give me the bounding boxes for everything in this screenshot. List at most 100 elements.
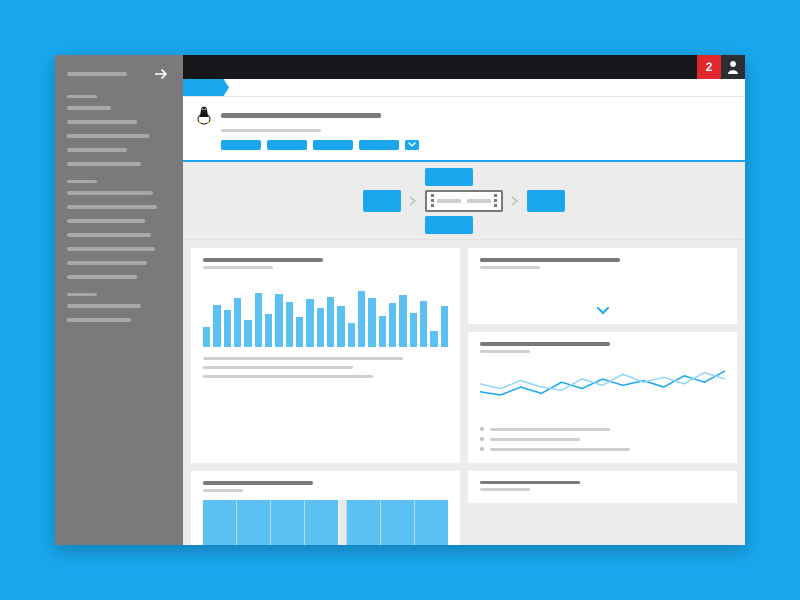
chevron-down-icon <box>596 306 610 316</box>
tag[interactable] <box>221 140 261 150</box>
tag-row <box>221 140 733 150</box>
user-menu-button[interactable] <box>721 55 745 79</box>
expand-card-button[interactable] <box>593 304 613 318</box>
sidebar-item[interactable] <box>67 205 157 209</box>
notification-badge[interactable]: 2 <box>697 55 721 79</box>
tag[interactable] <box>267 140 307 150</box>
page-title <box>221 113 381 118</box>
bar <box>296 317 303 347</box>
collapse-sidebar-button[interactable] <box>153 65 171 83</box>
band-chart <box>203 500 448 545</box>
chevron-down-icon <box>408 142 416 148</box>
tag-more-button[interactable] <box>405 140 419 150</box>
card-body-text <box>203 357 448 378</box>
text-line <box>203 375 373 378</box>
bar <box>203 327 210 347</box>
bullet-icon <box>480 447 484 451</box>
sidebar-group <box>67 180 171 279</box>
bar <box>410 313 417 347</box>
card-title <box>480 258 620 262</box>
band-segment <box>304 500 338 545</box>
text-line <box>203 357 403 360</box>
sidebar-header <box>67 65 171 83</box>
bar <box>368 298 375 347</box>
sidebar-item[interactable] <box>67 219 145 223</box>
bullet-icon <box>480 437 484 441</box>
sidebar-item[interactable] <box>67 148 127 152</box>
text-line <box>203 366 353 369</box>
bar <box>286 302 293 347</box>
user-icon <box>727 60 739 74</box>
linux-icon <box>195 105 213 125</box>
list-item <box>480 427 725 431</box>
legend-list <box>480 427 725 451</box>
sidebar-item[interactable] <box>67 106 111 110</box>
topology-node[interactable] <box>425 168 473 186</box>
page-subtitle <box>221 129 321 132</box>
sidebar-item[interactable] <box>67 318 131 322</box>
topology-node[interactable] <box>425 216 473 234</box>
app-window: 2 <box>55 55 745 545</box>
line-chart-card <box>468 332 737 463</box>
sidebar-item[interactable] <box>67 261 147 265</box>
card-subtitle <box>480 488 530 491</box>
sidebar-group-label <box>67 95 97 98</box>
bar <box>348 323 355 347</box>
card-subtitle <box>480 350 530 353</box>
card-title <box>203 258 323 262</box>
band-segment <box>346 500 380 545</box>
topology-stack <box>425 168 503 234</box>
summary-card <box>468 248 737 324</box>
bar <box>306 299 313 347</box>
topology-server-node[interactable] <box>425 190 503 212</box>
topbar-spacer <box>183 55 697 79</box>
band-segment <box>236 500 270 545</box>
sidebar-group-label <box>67 180 97 183</box>
band-segment <box>414 500 448 545</box>
main: 2 <box>183 55 745 545</box>
sidebar-item[interactable] <box>67 162 141 166</box>
list-item-label <box>490 428 610 431</box>
sidebar-item[interactable] <box>67 233 151 237</box>
bar <box>327 297 334 347</box>
breadcrumb-root[interactable] <box>183 79 229 96</box>
band-segment <box>338 500 346 545</box>
band-segment <box>270 500 304 545</box>
sidebar-item[interactable] <box>67 134 149 138</box>
bar <box>337 306 344 347</box>
sidebar-item[interactable] <box>67 120 137 124</box>
sidebar-group <box>67 95 171 166</box>
bar <box>224 310 231 347</box>
stub-card <box>468 471 737 503</box>
line-chart <box>480 363 725 419</box>
arrow-right-icon <box>511 196 519 206</box>
sidebar-item[interactable] <box>67 304 141 308</box>
topology-node[interactable] <box>363 190 401 212</box>
bar <box>420 301 427 347</box>
topology-node[interactable] <box>527 190 565 212</box>
breadcrumb <box>183 79 745 97</box>
bar <box>441 306 448 347</box>
list-item <box>480 437 725 441</box>
bar <box>317 308 324 347</box>
tag[interactable] <box>313 140 353 150</box>
bar <box>399 295 406 347</box>
sidebar-title <box>67 72 127 76</box>
card-subtitle <box>203 266 273 269</box>
bar <box>244 320 251 347</box>
bar <box>275 294 282 347</box>
topbar: 2 <box>183 55 745 79</box>
list-item <box>480 447 725 451</box>
sidebar-item[interactable] <box>67 191 153 195</box>
sidebar-item[interactable] <box>67 275 137 279</box>
tag[interactable] <box>359 140 399 150</box>
band-segment <box>380 500 414 545</box>
sidebar-item[interactable] <box>67 247 155 251</box>
card-title <box>480 481 580 484</box>
sidebar-group <box>67 293 171 322</box>
card-subtitle <box>480 266 540 269</box>
metrics-bar-card <box>191 248 460 463</box>
cards-grid <box>183 240 745 545</box>
card-title <box>480 342 610 346</box>
list-item-label <box>490 438 580 441</box>
